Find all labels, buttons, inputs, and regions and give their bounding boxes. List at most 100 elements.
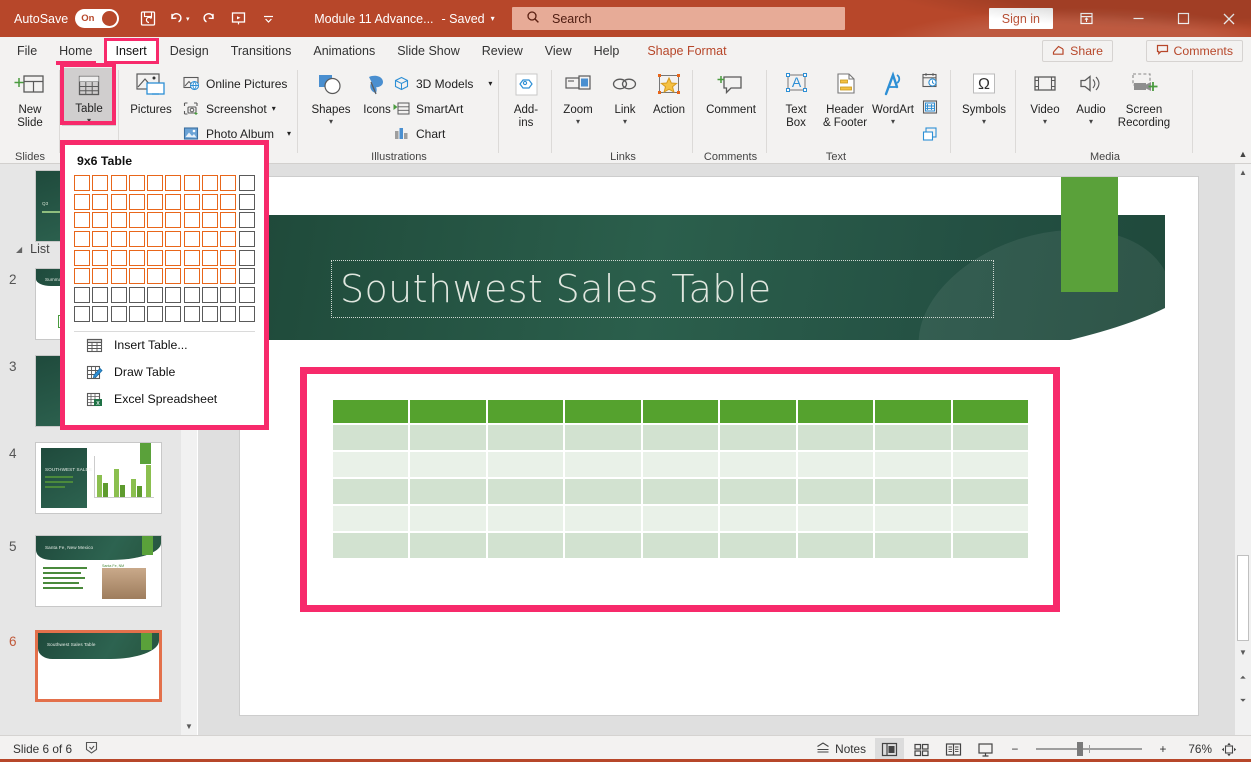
accessibility-icon[interactable]	[84, 740, 99, 758]
table-size-cell-6x4[interactable]	[165, 231, 181, 247]
action-button[interactable]: Action	[641, 68, 697, 117]
tab-view[interactable]: View	[534, 37, 583, 65]
table-size-cell-4x3[interactable]	[129, 212, 145, 228]
table-size-cell-6x5[interactable]	[165, 250, 181, 266]
redo-icon[interactable]	[195, 6, 222, 32]
table-size-cell-7x7[interactable]	[184, 287, 200, 303]
table-cell[interactable]	[952, 505, 1030, 532]
scroll-up-icon[interactable]: ▲	[1235, 164, 1251, 181]
table-cell[interactable]	[719, 505, 796, 532]
table-size-cell-2x5[interactable]	[92, 250, 108, 266]
slide-thumbnail-6[interactable]: Southwest Sales Table	[35, 630, 162, 702]
table-size-cell-9x7[interactable]	[220, 287, 236, 303]
zoom-slider-track[interactable]	[1036, 748, 1142, 750]
customize-qat-icon[interactable]	[255, 6, 282, 32]
object-button[interactable]	[920, 124, 939, 145]
table-header-cell[interactable]	[719, 399, 796, 424]
smartart-button[interactable]: SmartArt	[392, 98, 463, 119]
next-slide-icon[interactable]: ⏷	[1235, 692, 1251, 709]
table-size-cell-7x5[interactable]	[184, 250, 200, 266]
table-size-cell-5x7[interactable]	[147, 287, 163, 303]
table-cell[interactable]	[797, 424, 874, 451]
table-cell[interactable]	[332, 505, 409, 532]
tab-animations[interactable]: Animations	[302, 37, 386, 65]
table-header-cell[interactable]	[487, 399, 564, 424]
table-cell[interactable]	[332, 532, 409, 559]
saved-state-caret-icon[interactable]: ▾	[491, 14, 495, 23]
tab-home[interactable]: Home	[48, 37, 103, 65]
table-dropdown-menu[interactable]: 9x6 Table Insert Table... Draw Table x E…	[60, 140, 269, 430]
table-size-cell-6x8[interactable]	[165, 306, 181, 322]
tab-slide-show[interactable]: Slide Show	[386, 37, 471, 65]
table-size-cell-4x2[interactable]	[129, 194, 145, 210]
table-cell[interactable]	[564, 505, 641, 532]
table-size-cell-2x6[interactable]	[92, 268, 108, 284]
table-size-cell-10x1[interactable]	[239, 175, 255, 191]
table-size-cell-7x1[interactable]	[184, 175, 200, 191]
table-size-cell-9x4[interactable]	[220, 231, 236, 247]
table-size-cell-3x2[interactable]	[111, 194, 127, 210]
table-cell[interactable]	[874, 424, 951, 451]
section-header-list[interactable]: ◢ List	[16, 242, 50, 256]
table-size-cell-5x8[interactable]	[147, 306, 163, 322]
slide-show-view-button[interactable]	[971, 738, 1000, 760]
table-cell[interactable]	[487, 424, 564, 451]
table-size-cell-3x5[interactable]	[111, 250, 127, 266]
table-size-cell-7x6[interactable]	[184, 268, 200, 284]
3d-models-button[interactable]: 3D Models ▾	[392, 73, 492, 94]
table-cell[interactable]	[642, 478, 719, 505]
table-cell[interactable]	[332, 451, 409, 478]
scroll-down-icon[interactable]: ▼	[1235, 644, 1251, 661]
table-header-cell[interactable]	[797, 399, 874, 424]
title-placeholder[interactable]: Southwest Sales Table	[331, 260, 994, 318]
table-size-grid[interactable]	[74, 175, 264, 325]
menu-item-excel-spreadsheet[interactable]: x Excel Spreadsheet	[65, 386, 264, 413]
table-size-cell-1x8[interactable]	[74, 306, 90, 322]
table-size-cell-5x6[interactable]	[147, 268, 163, 284]
table-size-cell-10x2[interactable]	[239, 194, 255, 210]
sign-in-button[interactable]: Sign in	[989, 8, 1053, 29]
table-cell[interactable]	[564, 478, 641, 505]
table-cell[interactable]	[564, 451, 641, 478]
table-cell[interactable]	[409, 532, 486, 559]
table-size-cell-4x6[interactable]	[129, 268, 145, 284]
table-size-cell-4x8[interactable]	[129, 306, 145, 322]
table-size-cell-3x4[interactable]	[111, 231, 127, 247]
table-cell[interactable]	[487, 478, 564, 505]
table-size-cell-10x4[interactable]	[239, 231, 255, 247]
table-size-cell-9x3[interactable]	[220, 212, 236, 228]
table-cell[interactable]	[952, 532, 1030, 559]
table-cell[interactable]	[409, 451, 486, 478]
document-title[interactable]: Module 11 Advance...	[314, 12, 433, 26]
table-cell[interactable]	[642, 424, 719, 451]
table-cell[interactable]	[874, 505, 951, 532]
tab-help[interactable]: Help	[583, 37, 631, 65]
tab-design[interactable]: Design	[159, 37, 220, 65]
table-cell[interactable]	[797, 505, 874, 532]
table-size-cell-3x7[interactable]	[111, 287, 127, 303]
new-slide-button[interactable]: New Slide	[2, 68, 58, 130]
tab-file[interactable]: File	[6, 37, 48, 65]
table-size-cell-1x3[interactable]	[74, 212, 90, 228]
table-cell[interactable]	[642, 451, 719, 478]
table-size-cell-7x2[interactable]	[184, 194, 200, 210]
table-size-cell-3x1[interactable]	[111, 175, 127, 191]
table-size-cell-1x2[interactable]	[74, 194, 90, 210]
table-cell[interactable]	[719, 424, 796, 451]
table-cell[interactable]	[797, 451, 874, 478]
table-size-cell-8x2[interactable]	[202, 194, 218, 210]
table-size-cell-1x4[interactable]	[74, 231, 90, 247]
table-header-cell[interactable]	[409, 399, 486, 424]
table-size-cell-1x6[interactable]	[74, 268, 90, 284]
add-ins-button[interactable]: Add- ins	[498, 68, 554, 130]
screenshot-button[interactable]: Screenshot ▾	[182, 98, 276, 119]
save-icon[interactable]	[135, 6, 162, 32]
table-size-cell-2x4[interactable]	[92, 231, 108, 247]
table-cell[interactable]	[642, 505, 719, 532]
tab-review[interactable]: Review	[471, 37, 534, 65]
table-header-cell[interactable]	[874, 399, 951, 424]
table-size-cell-1x1[interactable]	[74, 175, 90, 191]
table-cell[interactable]	[797, 532, 874, 559]
table-size-cell-10x8[interactable]	[239, 306, 255, 322]
table-size-cell-4x4[interactable]	[129, 231, 145, 247]
